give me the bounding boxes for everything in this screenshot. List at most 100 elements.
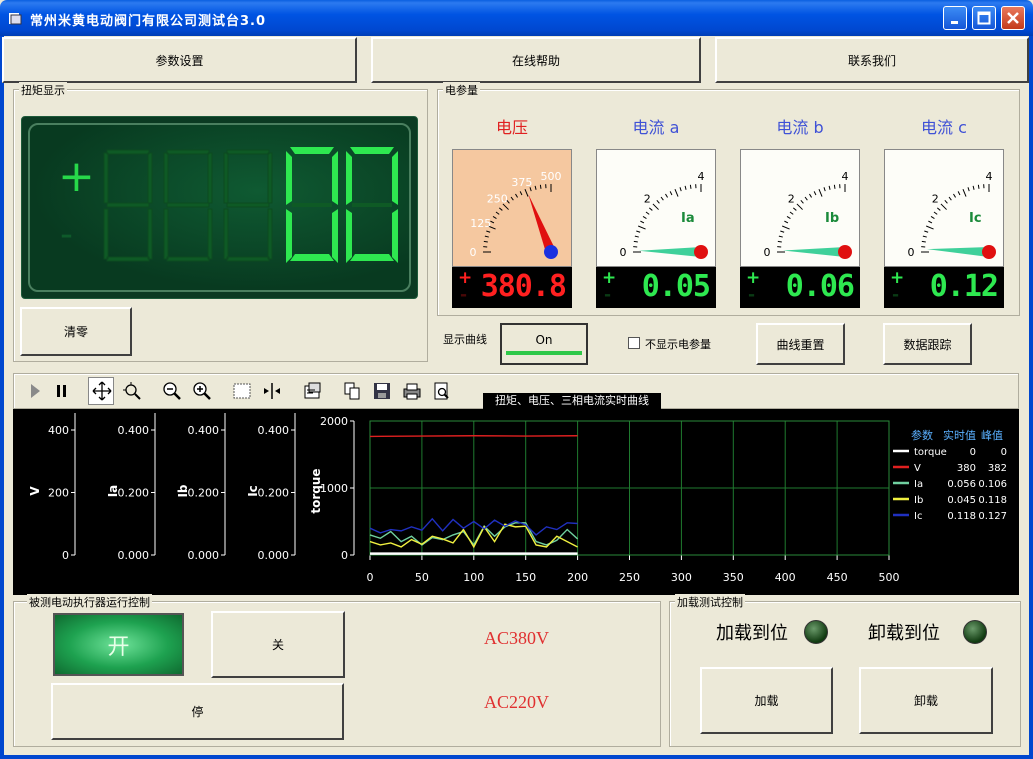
x-tick-label: 0 <box>367 571 374 584</box>
legend-header-param: 参数 <box>911 428 933 442</box>
meter-title: 电流 a <box>632 118 680 137</box>
open-button[interactable]: 开 <box>53 613 184 676</box>
x-tick-label: 100 <box>463 571 484 584</box>
unload-button[interactable]: 卸载 <box>859 667 993 734</box>
load-control-label: 加载测试控制 <box>675 594 745 610</box>
data-track-button[interactable]: 数据跟踪 <box>883 323 972 365</box>
gauge-tick <box>828 185 831 190</box>
gauge-tick <box>796 203 803 210</box>
legend-header-value: 实时值 <box>943 428 976 442</box>
close-valve-button[interactable]: 关 <box>211 611 345 678</box>
clear-button[interactable]: 清零 <box>20 307 132 356</box>
print-preview-tool-button[interactable] <box>428 377 454 405</box>
copy-tool-button[interactable] <box>338 377 364 405</box>
close-icon <box>1007 12 1019 24</box>
close-button[interactable] <box>1001 6 1025 30</box>
gauge-scale-label: 125 <box>470 217 491 230</box>
hide-param-checkbox[interactable] <box>628 337 640 349</box>
gauge-tick <box>967 187 970 192</box>
select-rect-tool-button[interactable] <box>228 377 254 405</box>
axis-label: Ic <box>246 485 260 497</box>
axis-tick-label: 400 <box>48 424 69 437</box>
gauge-tick <box>940 203 947 210</box>
meter-readout: + -0.05 <box>596 267 716 308</box>
gauge-tick <box>642 216 647 219</box>
gauge-hub <box>838 245 852 259</box>
legend-name: Ib <box>914 495 923 506</box>
ac220-label: AC220V <box>484 692 550 712</box>
gauge-tick <box>483 240 488 243</box>
pause-icon <box>57 385 66 397</box>
zoom-out-tool-button[interactable] <box>158 377 184 405</box>
zoom-box-tool-button[interactable] <box>118 377 144 405</box>
gauge-tick <box>804 196 808 201</box>
meter-title: 电压 <box>495 118 528 137</box>
maximize-button[interactable] <box>972 6 996 30</box>
maximize-icon <box>977 11 991 25</box>
axis-label: Ib <box>176 484 190 497</box>
torque-group-label: 扭矩显示 <box>19 82 67 98</box>
gauge-tick <box>689 184 692 189</box>
zoom-out-icon <box>163 382 181 400</box>
readout-value: 0.12 <box>929 269 999 304</box>
axis-label: Ia <box>106 485 120 498</box>
show-curve-label: 显示曲线 <box>443 333 487 346</box>
legend-name: Ic <box>914 511 922 522</box>
minimize-button[interactable] <box>943 6 967 30</box>
realtime-chart[interactable]: 400 200 0 V 0.400 0.200 0.000 Ia 0.400 0.200 0.000… <box>13 409 1019 595</box>
axis-tick-label: 0.000 <box>118 549 150 562</box>
gauge-tick <box>786 216 791 219</box>
meter-gauge: 0 2 4 Ic <box>884 149 1004 267</box>
properties-icon <box>304 382 321 399</box>
axis-label: torque <box>309 468 323 513</box>
readout-value: 0.06 <box>785 269 855 304</box>
axis-tick-label: 0.000 <box>188 549 220 562</box>
stop-button[interactable]: 停 <box>51 683 344 740</box>
gauge-tick <box>789 211 794 215</box>
pan-icon <box>92 381 112 401</box>
print-tool-button[interactable] <box>398 377 424 405</box>
title-bar[interactable]: 常州米黄电动阀门有限公司测试台3.0 <box>0 0 1033 36</box>
reset-curve-button[interactable]: 曲线重置 <box>756 323 845 365</box>
gauge-hub <box>982 245 996 259</box>
menu-contact-us[interactable]: 联系我们 <box>715 37 1029 83</box>
legend-peak: 382 <box>988 463 1007 474</box>
print-icon <box>403 383 421 400</box>
cursor-split-tool-button[interactable] <box>258 377 284 405</box>
gauge-tick <box>818 188 823 197</box>
load-in-place-label: 加载到位 <box>716 623 788 644</box>
unload-in-place-label: 卸载到位 <box>868 623 940 644</box>
axis-tick-label: 1000 <box>320 482 348 495</box>
menu-param-settings[interactable]: 参数设置 <box>2 37 357 83</box>
select-rect-icon <box>233 383 251 399</box>
gauge-tick <box>665 193 668 198</box>
meter-title: 电流 b <box>776 118 824 137</box>
load-button[interactable]: 加载 <box>700 667 833 734</box>
menu-online-help[interactable]: 在线帮助 <box>371 37 701 83</box>
pause-tool-button[interactable] <box>48 377 74 405</box>
properties-tool-button[interactable] <box>298 377 324 405</box>
meter-gauge: 0 125 250375 500 <box>452 149 572 267</box>
toggle-indicator-bar <box>506 351 582 355</box>
cursor-split-icon <box>264 383 280 399</box>
x-tick-label: 300 <box>671 571 692 584</box>
readout-sign-minus: - <box>892 285 900 305</box>
zoom-in-tool-button[interactable] <box>188 377 214 405</box>
gauge-tick <box>679 187 682 192</box>
gauge-tick <box>778 235 783 238</box>
show-curve-toggle[interactable]: On <box>500 323 588 365</box>
show-curve-toggle-label: On <box>535 333 553 347</box>
gauge-tick <box>539 184 542 189</box>
run-control-label: 被测电动执行器运行控制 <box>27 594 152 610</box>
play-tool-button[interactable] <box>21 377 47 405</box>
save-tool-button[interactable] <box>368 377 394 405</box>
axis-tick-label: 0 <box>62 549 69 562</box>
gauge-tick <box>510 196 514 201</box>
gauge-tick <box>534 185 537 190</box>
gauge-tick <box>972 185 975 190</box>
gauge-scale-label: 4 <box>698 170 705 183</box>
gauge-tick <box>944 199 948 204</box>
gauge-scale-label: 4 <box>842 170 849 183</box>
pan-tool-button[interactable] <box>88 377 114 405</box>
torque-lcd: + - 0 <box>21 116 418 299</box>
